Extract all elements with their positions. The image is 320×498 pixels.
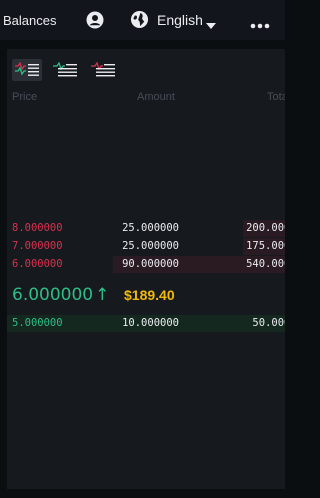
both-sides-button[interactable] [12,59,42,81]
ask-total: 540.00000 [246,258,285,270]
price-header: Price [12,91,38,103]
user-icon[interactable] [86,11,104,29]
orderbook-panel: Price Amount Tota 8.000000 25.000000 200.0… [7,49,285,489]
last-price: 6.000000 ↑ [12,285,110,305]
up-arrow-icon: ↑ [95,285,110,305]
divider [0,40,285,49]
total-header: Tota [267,91,285,103]
bid-amount: 10.000000 [122,317,179,329]
orderbook-toolbar [7,49,285,89]
asks-only-button[interactable] [88,59,118,81]
language-selector[interactable]: English [157,0,203,40]
bids-only-icon [53,62,77,77]
ask-order-row[interactable]: 7.000000 25.000000 175.00000 [7,238,285,255]
ask-price: 6.000000 [12,258,63,270]
bid-total: 50.00000 [252,317,285,329]
ask-amount: 90.000000 [122,258,179,270]
bid-price: 5.000000 [12,317,63,329]
asks-only-icon [91,62,115,77]
fiat-price: $189.40 [124,287,175,303]
balances-link[interactable]: Balances [3,0,56,40]
globe-icon[interactable] [130,10,149,29]
last-price-row: 6.000000 ↑ $189.40 [7,278,285,313]
ask-amount: 25.000000 [122,222,179,234]
panel-edge [0,49,7,489]
bids-only-button[interactable] [50,59,80,81]
ask-amount: 25.000000 [122,240,179,252]
ask-price: 8.000000 [12,222,63,234]
caret-down-icon[interactable] [205,17,217,29]
more-icon[interactable] [250,16,270,29]
ask-price: 7.000000 [12,240,63,252]
ask-order-row[interactable]: 6.000000 90.000000 540.00000 [7,256,285,273]
top-bar: Balances English [0,0,285,40]
both-sides-icon [15,62,39,76]
amount-header: Amount [137,91,175,103]
orderbook-header: Price Amount Tota [7,89,285,105]
bid-order-row[interactable]: 5.000000 10.000000 50.00000 [7,315,285,332]
ask-total: 200.00000 [246,222,285,234]
bottom-strip [0,489,285,498]
ask-total: 175.00000 [246,240,285,252]
ask-order-row[interactable]: 8.000000 25.000000 200.00000 [7,220,285,237]
